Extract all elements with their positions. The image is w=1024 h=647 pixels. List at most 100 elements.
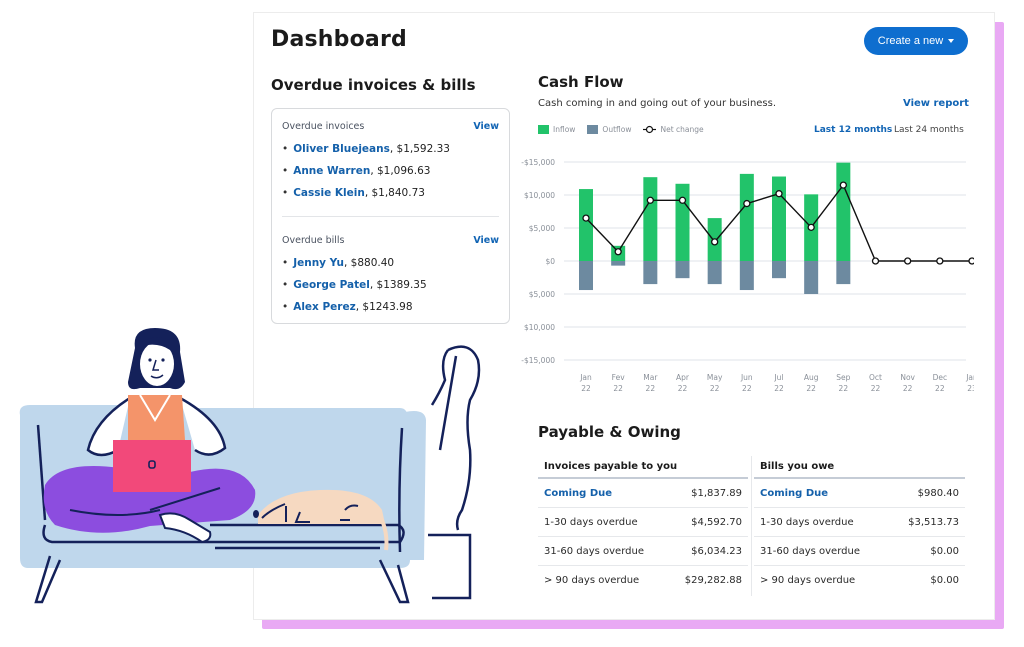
x-tick-label: May (707, 373, 723, 382)
row-label: 31-60 days overdue (760, 545, 860, 557)
net-change-point (968, 257, 974, 265)
x-tick-label: Aug (804, 373, 819, 382)
net-change-point (743, 199, 751, 208)
y-tick-label: $0 (545, 257, 555, 266)
overdue-panel: Overdue invoices View • Oliver Bluejeans,… (271, 108, 510, 324)
overdue-bill-item: • George Patel, $1389.35 (282, 274, 499, 296)
couch-arm-right (405, 411, 426, 560)
vendor-link[interactable]: George Patel (293, 279, 370, 291)
legend-net-change: Net change (643, 125, 704, 134)
net-change-point (775, 190, 783, 198)
payable-owing-heading: Payable & Owing (538, 423, 681, 441)
x-tick-label: 22 (710, 384, 720, 393)
range-last-24-months[interactable]: Last 24 months (894, 125, 964, 135)
coming-due-link[interactable]: Coming Due (544, 488, 612, 499)
x-tick-label: 22 (871, 384, 881, 393)
amount: , $1,096.63 (370, 165, 431, 177)
table-row: 1-30 days overdue $4,592.70 (538, 508, 748, 537)
legend-label: Net change (660, 125, 704, 134)
cash-flow-subtitle: Cash coming in and going out of your bus… (538, 98, 777, 109)
overdue-invoice-item: • Oliver Bluejeans, $1,592.33 (282, 138, 499, 160)
amount: , $880.40 (344, 257, 395, 269)
overdue-invoices-group: Overdue invoices View • Oliver Bluejeans,… (282, 121, 499, 204)
x-tick-label: 22 (613, 384, 623, 393)
laptop-icon (113, 440, 191, 492)
outflow-bar (772, 261, 786, 279)
illustration-woman-on-couch (19, 328, 481, 604)
table-row: 31-60 days overdue $0.00 (754, 537, 965, 566)
table-row: Coming Due $980.40 (754, 479, 965, 508)
outflow-bar (579, 261, 593, 291)
x-tick-label: Nov (900, 373, 915, 382)
row-label: > 90 days overdue (760, 575, 856, 586)
view-report-link[interactable]: View report (903, 98, 969, 109)
y-tick-label: $5,000 (529, 224, 555, 233)
x-tick-label: Jul (773, 373, 783, 382)
overdue-heading: Overdue invoices & bills (271, 76, 476, 94)
outflow-bar (643, 261, 658, 285)
x-tick-label: 22 (903, 384, 913, 393)
table-row: > 90 days overdue $29,282.88 (538, 566, 748, 595)
row-label: 1-30 days overdue (760, 516, 854, 528)
legend-outflow: Outflow (587, 125, 631, 134)
legend-inflow: Inflow (538, 125, 575, 134)
range-last-12-months[interactable]: Last 12 months (814, 125, 892, 135)
table-row: Coming Due $1,837.89 (538, 479, 748, 508)
customer-link[interactable]: Cassie Klein (293, 187, 365, 199)
caret-down-icon (948, 39, 955, 43)
net-change-point (614, 248, 622, 256)
bullet: • (282, 279, 289, 291)
overdue-bills-group: Overdue bills View • Jenny Yu, $880.40 • G… (282, 235, 499, 318)
row-value: $0.00 (930, 575, 959, 586)
legend-label: Outflow (602, 125, 632, 134)
inflow-swatch (538, 125, 549, 134)
x-tick-label: Sep (836, 373, 850, 382)
legend-label: Inflow (553, 125, 576, 134)
net-change-point (936, 257, 944, 265)
row-label: > 90 days overdue (544, 575, 640, 586)
inflow-bar (579, 189, 593, 261)
row-value: $4,592.70 (691, 516, 742, 528)
chart-legend: Inflow Outflow Net change (538, 125, 704, 134)
y-tick-label: $10,000 (524, 323, 555, 332)
bullet: • (282, 257, 289, 269)
coming-due-link[interactable]: Coming Due (760, 488, 828, 499)
net-change-point (582, 214, 590, 222)
bills-owe-table: Bills you owe Coming Due $980.40 1-30 day… (754, 456, 965, 595)
x-tick-label: 22 (806, 384, 816, 393)
overdue-invoice-item: • Anne Warren, $1,096.63 (282, 160, 499, 182)
customer-link[interactable]: Oliver Bluejeans (293, 143, 390, 155)
net-change-point (646, 196, 654, 204)
page-title: Dashboard (271, 27, 407, 52)
row-label: 1-30 days overdue (544, 516, 638, 528)
customer-link[interactable]: Anne Warren (293, 165, 370, 177)
invoices-payable-header: Invoices payable to you (538, 456, 748, 479)
vendor-link[interactable]: Jenny Yu (293, 257, 344, 269)
create-new-label: Create a new (877, 35, 944, 47)
x-tick-label: Jun (740, 373, 753, 382)
vendor-link[interactable]: Alex Perez (293, 301, 356, 313)
inflow-bar (772, 176, 786, 261)
x-tick-label: Mar (643, 373, 658, 382)
x-tick-label: 22 (646, 384, 656, 393)
view-overdue-bills-link[interactable]: View (473, 235, 499, 246)
overdue-bills-label: Overdue bills (282, 235, 345, 246)
net-change-point (839, 181, 847, 189)
overdue-invoices-label: Overdue invoices (282, 121, 365, 132)
net-change-marker-icon (643, 125, 657, 134)
net-change-point (678, 196, 687, 204)
row-label: 31-60 days overdue (544, 545, 644, 557)
invoices-payable-table: Invoices payable to you Coming Due $1,837… (538, 456, 748, 595)
x-tick-label: Fev (612, 373, 626, 382)
x-tick-label: Oct (869, 373, 882, 382)
outflow-bar (707, 261, 722, 285)
outflow-bar (836, 261, 851, 285)
table-row: 1-30 days overdue $3,513.73 (754, 508, 965, 537)
row-value: $0.00 (930, 545, 959, 557)
x-tick-label: 22 (774, 384, 784, 393)
view-overdue-invoices-link[interactable]: View (473, 121, 499, 132)
y-tick-label: -$15,000 (521, 356, 555, 365)
dog-nose (253, 510, 259, 518)
create-new-button[interactable]: Create a new (864, 27, 968, 55)
woman-eye (148, 358, 152, 362)
